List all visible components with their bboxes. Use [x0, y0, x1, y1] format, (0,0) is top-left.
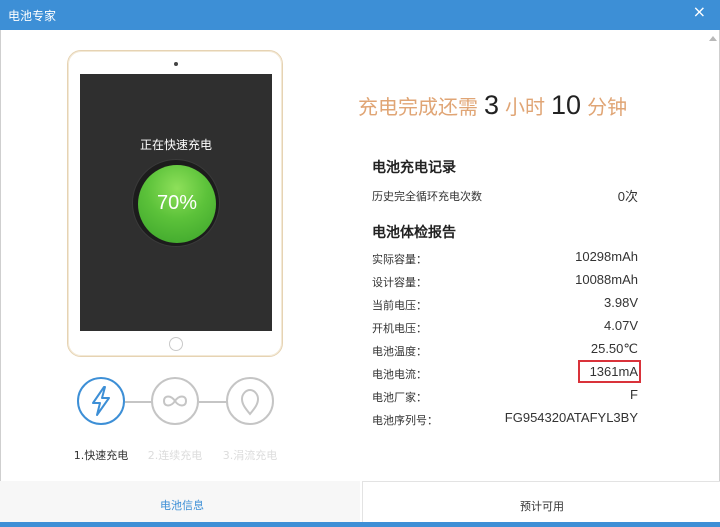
close-icon[interactable]: ×: [693, 3, 706, 21]
info-value: 3.98V: [604, 295, 638, 310]
info-row: 实际容量： 10298mAh: [372, 248, 638, 268]
info-key: 电池厂家：: [372, 391, 427, 404]
window-title: 电池专家: [8, 9, 57, 23]
remaining-minutes: 10: [551, 90, 582, 120]
info-row: 开机电压： 4.07V: [372, 317, 638, 337]
ipad-device: 正在快速充电 70%: [67, 50, 283, 357]
info-value: 25.50℃: [590, 341, 638, 356]
estimated-usage-label: 预计可用: [520, 500, 564, 513]
charge-record-heading: 电池充电记录: [372, 160, 456, 176]
info-row: 当前电压： 3.98V: [372, 294, 638, 314]
battery-percent: 70%: [156, 192, 198, 214]
remaining-prefix: 充电完成还需: [358, 95, 478, 119]
device-screen: 正在快速充电 70%: [80, 74, 272, 331]
info-value: FG954320ATAFYL3BY: [504, 410, 638, 425]
bottom-left-panel: 电池信息: [0, 481, 360, 527]
hours-unit: 小时: [505, 95, 546, 119]
remaining-hours: 3: [484, 90, 500, 120]
current-highlight-box: [578, 360, 641, 383]
info-key: 电池序列号：: [372, 414, 438, 427]
charging-status: 正在快速充电: [139, 138, 212, 152]
camera-icon: [174, 62, 178, 66]
info-key: 开机电压：: [372, 322, 427, 335]
info-row: 电池温度： 25.50℃: [372, 340, 638, 360]
info-key: 当前电压：: [372, 299, 427, 312]
info-row: 设计容量： 10088mAh: [372, 271, 638, 291]
bottom-right-panel: 预计可用: [362, 481, 720, 527]
window-bottom-edge: [0, 522, 720, 527]
info-row: 电池序列号： FG954320ATAFYL3BY: [372, 409, 638, 429]
info-key: 历史完全循环充电次数: [372, 190, 482, 203]
mode-trickle-charge[interactable]: [226, 377, 274, 425]
remaining-time: 充电完成还需 3 小时 10 分钟: [358, 90, 627, 121]
battery-info-link[interactable]: 电池信息: [160, 497, 204, 513]
info-value: 4.07V: [604, 318, 638, 333]
title-bar: 电池专家 ×: [0, 0, 720, 30]
mode-connector: [125, 401, 153, 403]
info-row: 电池厂家： F: [372, 386, 638, 406]
info-key: 电池温度：: [372, 345, 427, 358]
battery-level-ball: 70%: [138, 165, 216, 243]
mode-continuous-charge[interactable]: [151, 377, 199, 425]
info-row: 历史完全循环充电次数 0次: [372, 185, 638, 205]
info-value: F: [630, 387, 638, 402]
scroll-up-icon[interactable]: [709, 36, 717, 41]
info-key: 设计容量：: [372, 276, 427, 289]
info-value: 10088mAh: [575, 272, 638, 287]
lightning-icon: [92, 386, 110, 416]
mode-connector: [199, 401, 227, 403]
battery-ring: 70%: [132, 159, 220, 247]
home-button-icon: [169, 337, 183, 351]
info-key: 电池电流：: [372, 368, 427, 381]
info-value: 0次: [617, 189, 638, 204]
infinity-icon: [162, 395, 188, 407]
info-key: 实际容量：: [372, 253, 427, 266]
info-value: 10298mAh: [575, 249, 638, 264]
scrollbar[interactable]: [708, 36, 718, 476]
health-report-heading: 电池体检报告: [372, 225, 456, 241]
minutes-unit: 分钟: [587, 95, 628, 119]
drop-icon: [240, 388, 260, 416]
mode-label-trickle: 3.涓流充电: [222, 449, 278, 462]
mode-fast-charge[interactable]: [77, 377, 125, 425]
